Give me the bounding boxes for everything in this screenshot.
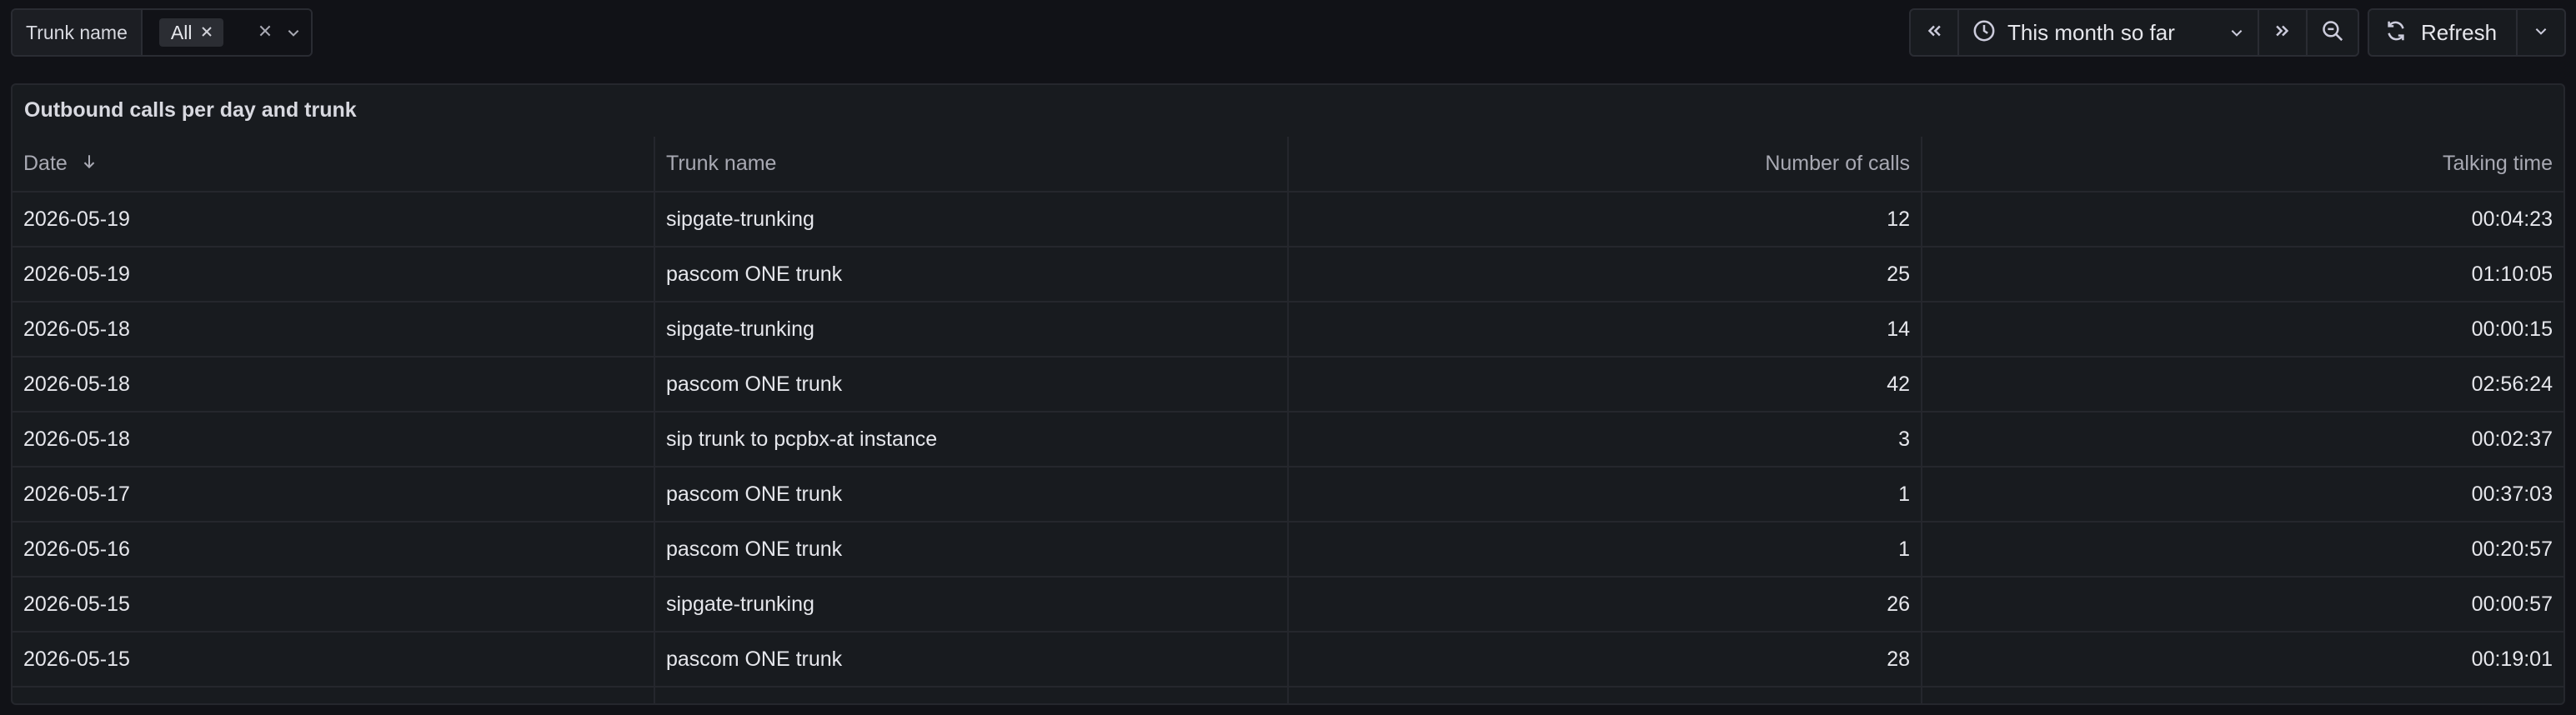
- cell-talking-time: 01:10:05: [1922, 247, 2563, 302]
- selected-value-chip: All: [158, 18, 224, 47]
- chevron-down-icon[interactable]: [286, 25, 301, 40]
- cell-talking-time: 00:04:23: [1922, 192, 2563, 248]
- cell-number-of-calls: 42: [1288, 357, 1922, 412]
- cell-number-of-calls: 3: [1288, 412, 1922, 468]
- panel-title: Outbound calls per day and trunk: [24, 98, 357, 122]
- cell-date: 2026-05-19: [13, 247, 655, 302]
- cell-trunk-name: pascom ONE trunk: [654, 247, 1289, 302]
- cell-trunk-name: sip trunk to pcpbx-at instance: [654, 412, 1289, 468]
- cell-talking-time: 00:19:01: [1922, 632, 2563, 688]
- table-row: 2026-05-17 pascom ONE trunk 1 00:37:03: [13, 467, 2563, 522]
- trunk-name-select[interactable]: All: [142, 10, 311, 55]
- table-row: 2026-05-15 sipgate-trunking 26 00:00:57: [13, 577, 2563, 632]
- cell-talking-time: 00:37:03: [1922, 467, 2563, 522]
- cell-date: 2026-05-16: [13, 522, 655, 578]
- cell-trunk-name: pascom ONE trunk: [654, 357, 1289, 412]
- cell-number-of-calls: 1: [1288, 467, 1922, 522]
- cell-date: 2026-05-18: [13, 412, 655, 468]
- refresh-group: Refresh: [2368, 8, 2566, 57]
- table-row-partial: [13, 687, 2563, 703]
- cell-trunk-name: sipgate-trunking: [654, 577, 1289, 632]
- refresh-icon: [2384, 19, 2408, 47]
- table-row: 2026-05-18 sipgate-trunking 14 00:00:15: [13, 302, 2563, 358]
- cell-number-of-calls: 28: [1288, 632, 1922, 688]
- cell-talking-time: 00:02:37: [1922, 412, 2563, 468]
- double-chevron-right-icon: [2273, 22, 2292, 44]
- shift-time-back-button[interactable]: [1911, 10, 1959, 55]
- cell-date: 2026-05-15: [13, 632, 655, 688]
- double-chevron-left-icon: [1925, 22, 1943, 44]
- cell-trunk-name: pascom ONE trunk: [654, 522, 1289, 578]
- filter-label: Trunk name: [13, 10, 143, 55]
- column-header-date[interactable]: Date: [13, 137, 655, 192]
- column-header-number-of-calls[interactable]: Number of calls: [1288, 137, 1922, 192]
- time-picker-group: This month so far: [1909, 8, 2359, 57]
- calls-table: Date Trunk name Number of calls Talking …: [13, 137, 2563, 703]
- table-row: 2026-05-18 pascom ONE trunk 42 02:56:24: [13, 357, 2563, 412]
- cell-date: 2026-05-15: [13, 577, 655, 632]
- cell-trunk-name: sipgate-trunking: [654, 302, 1289, 358]
- trunk-name-filter: Trunk name All: [11, 8, 313, 57]
- cell-trunk-name: pascom ONE trunk: [654, 632, 1289, 688]
- refresh-button[interactable]: Refresh: [2369, 10, 2518, 55]
- table-header-row: Date Trunk name Number of calls Talking …: [13, 137, 2563, 192]
- chevron-down-icon: [2533, 23, 2548, 42]
- cell-number-of-calls: 1: [1288, 522, 1922, 578]
- dashboard-toolbar: Trunk name All This month so far Refresh: [0, 0, 2576, 67]
- arrow-down-icon: [82, 152, 97, 176]
- table-row: 2026-05-16 pascom ONE trunk 1 00:20:57: [13, 522, 2563, 578]
- close-icon[interactable]: [200, 23, 213, 42]
- table-row: 2026-05-15 pascom ONE trunk 28 00:19:01: [13, 632, 2563, 688]
- cell-trunk-name: pascom ONE trunk: [654, 467, 1289, 522]
- cell-number-of-calls: 14: [1288, 302, 1922, 358]
- chip-label: All: [170, 21, 193, 43]
- time-range-picker[interactable]: This month so far: [1959, 10, 2259, 55]
- table-row: 2026-05-18 sip trunk to pcpbx-at instanc…: [13, 412, 2563, 468]
- cell-talking-time: 00:00:15: [1922, 302, 2563, 358]
- clock-icon: [1972, 19, 1996, 47]
- cell-trunk-name: sipgate-trunking: [654, 192, 1289, 248]
- cell-date: 2026-05-19: [13, 192, 655, 248]
- cell-date: 2026-05-18: [13, 357, 655, 412]
- zoom-out-button[interactable]: [2308, 10, 2358, 55]
- table-row: 2026-05-19 sipgate-trunking 12 00:04:23: [13, 192, 2563, 248]
- shift-time-forward-button[interactable]: [2259, 10, 2308, 55]
- zoom-out-icon: [2321, 19, 2344, 47]
- table-row: 2026-05-19 pascom ONE trunk 25 01:10:05: [13, 247, 2563, 302]
- table-body: 2026-05-19 sipgate-trunking 12 00:04:23 …: [13, 192, 2563, 703]
- refresh-label: Refresh: [2421, 19, 2498, 45]
- cell-talking-time: 02:56:24: [1922, 357, 2563, 412]
- column-header-talking-time[interactable]: Talking time: [1922, 137, 2563, 192]
- cell-date: 2026-05-18: [13, 302, 655, 358]
- cell-number-of-calls: 25: [1288, 247, 1922, 302]
- cell-date: 2026-05-17: [13, 467, 655, 522]
- refresh-interval-dropdown[interactable]: [2518, 10, 2564, 55]
- table-panel: Outbound calls per day and trunk Date Tr…: [11, 83, 2565, 705]
- cell-number-of-calls: 12: [1288, 192, 1922, 248]
- cell-talking-time: 00:00:57: [1922, 577, 2563, 632]
- clear-selection-icon[interactable]: [258, 21, 273, 44]
- column-header-trunk-name[interactable]: Trunk name: [654, 137, 1289, 192]
- cell-number-of-calls: 26: [1288, 577, 1922, 632]
- chevron-down-icon: [2229, 25, 2244, 40]
- time-range-label: This month so far: [2007, 19, 2175, 45]
- cell-talking-time: 00:20:57: [1922, 522, 2563, 578]
